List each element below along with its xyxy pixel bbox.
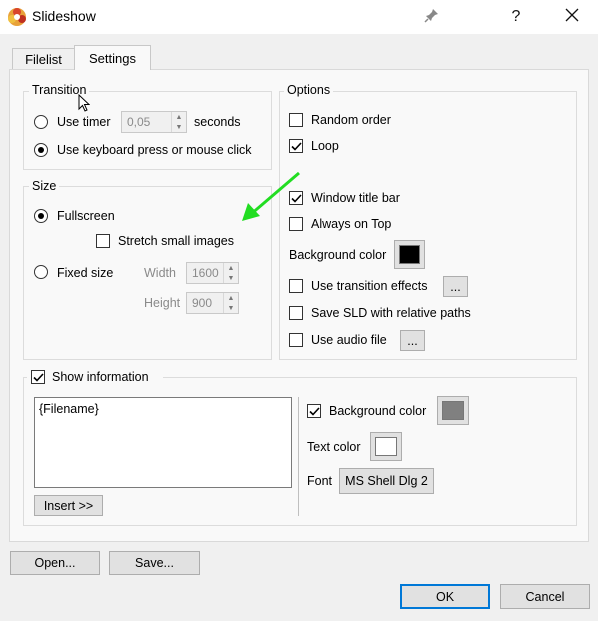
audio-file-label: Use audio file [311, 333, 387, 347]
height-arrows[interactable]: ▲ ▼ [223, 293, 238, 313]
seconds-label: seconds [194, 115, 241, 129]
info-background-color-button[interactable] [437, 396, 469, 425]
close-icon [565, 8, 579, 27]
open-button[interactable]: Open... [10, 551, 100, 575]
width-value: 1600 [192, 266, 219, 280]
window-title: Slideshow [32, 8, 96, 24]
show-information-checkbox[interactable] [31, 370, 45, 384]
size-legend: Size [29, 179, 60, 193]
audio-file-checkbox[interactable] [289, 333, 303, 347]
height-value: 900 [192, 296, 213, 310]
show-information-label: Show information [52, 370, 149, 384]
background-color-label: Background color [289, 248, 387, 262]
info-background-color-label: Background color [329, 404, 427, 418]
height-label: Height [144, 296, 181, 310]
always-on-top-label: Always on Top [311, 217, 392, 231]
transition-effects-checkbox[interactable] [289, 279, 303, 293]
checkmark-icon [32, 372, 44, 382]
fullscreen-label: Fullscreen [57, 209, 115, 223]
loop-checkbox[interactable] [289, 139, 303, 153]
audio-file-browse-button[interactable]: ... [400, 330, 425, 351]
window-title-bar-label: Window title bar [311, 191, 400, 205]
keyboard-radio[interactable] [34, 143, 48, 157]
info-background-color-checkbox[interactable] [307, 404, 321, 418]
random-order-checkbox[interactable] [289, 113, 303, 127]
save-button[interactable]: Save... [109, 551, 200, 575]
close-button[interactable] [549, 0, 595, 34]
checkmark-icon [308, 406, 320, 416]
keyboard-label: Use keyboard press or mouse click [57, 143, 252, 157]
font-label: Font [307, 474, 333, 488]
text-color-button[interactable] [370, 432, 402, 461]
save-sld-label: Save SLD with relative paths [311, 306, 471, 320]
height-stepper[interactable]: 900 ▲ ▼ [186, 292, 239, 314]
timer-value: 0,05 [127, 115, 151, 129]
info-background-color-swatch [442, 401, 464, 420]
transition-effects-browse-button[interactable]: ... [443, 276, 468, 297]
width-label: Width [144, 266, 176, 280]
text-color-label: Text color [307, 440, 361, 454]
flower-logo-icon [7, 7, 27, 27]
width-stepper[interactable]: 1600 ▲ ▼ [186, 262, 239, 284]
background-color-button[interactable] [394, 240, 425, 269]
information-template-input[interactable]: {Filename} [34, 397, 292, 488]
fullscreen-radio[interactable] [34, 209, 48, 223]
cancel-button[interactable]: Cancel [500, 584, 590, 609]
mouse-cursor-icon [78, 93, 91, 115]
vertical-divider [298, 397, 299, 516]
save-sld-checkbox[interactable] [289, 306, 303, 320]
font-button[interactable]: MS Shell Dlg 2 [339, 468, 434, 494]
use-timer-radio[interactable] [34, 115, 48, 129]
use-timer-label: Use timer [57, 115, 111, 129]
tab-settings[interactable]: Settings [74, 45, 151, 70]
fixed-size-radio[interactable] [34, 265, 48, 279]
pin-icon [424, 7, 440, 28]
help-button[interactable]: ? [493, 0, 539, 34]
background-color-swatch [399, 245, 420, 264]
insert-button[interactable]: Insert >> [34, 495, 103, 516]
annotation-arrow-icon [240, 170, 302, 225]
loop-label: Loop [311, 139, 339, 153]
stretch-checkbox[interactable] [96, 234, 110, 248]
transition-effects-label: Use transition effects [311, 279, 428, 293]
text-color-swatch [375, 437, 397, 456]
stretch-label: Stretch small images [118, 234, 235, 248]
ok-button[interactable]: OK [400, 584, 490, 609]
pin-button[interactable] [409, 0, 455, 34]
timer-stepper[interactable]: 0,05 ▲ ▼ [121, 111, 187, 133]
checkmark-icon [290, 141, 302, 151]
timer-arrows[interactable]: ▲ ▼ [171, 112, 186, 132]
fixed-size-label: Fixed size [57, 266, 114, 280]
width-arrows[interactable]: ▲ ▼ [223, 263, 238, 283]
options-legend: Options [284, 83, 334, 97]
random-order-label: Random order [311, 113, 391, 127]
tab-filelist[interactable]: Filelist [12, 48, 75, 70]
